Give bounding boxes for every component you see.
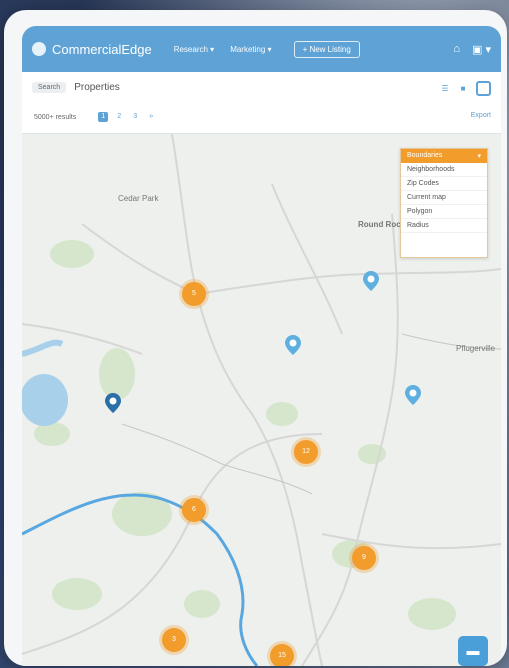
dropdown-header-label: Boundaries: [407, 152, 443, 159]
tablet-frame: CommercialEdge Research ▾ Marketing ▾ + …: [4, 10, 507, 666]
brand-name: CommercialEdge: [52, 41, 152, 57]
cluster-marker[interactable]: 15: [270, 644, 294, 666]
dropdown-item-zip-codes[interactable]: Zip Codes: [401, 177, 487, 191]
map-pin-icon[interactable]: [284, 334, 302, 356]
dropdown-header[interactable]: Boundaries ▾: [401, 149, 487, 163]
map-pin-icon[interactable]: [362, 270, 380, 292]
page-2[interactable]: 2: [114, 112, 124, 122]
results-bar: 5000+ results 1 2 3 »: [34, 112, 156, 122]
boundaries-dropdown: Boundaries ▾ Neighborhoods Zip Codes Cur…: [400, 148, 488, 258]
nav-marketing[interactable]: Marketing ▾: [230, 45, 271, 54]
panel-header: Search Properties: [32, 82, 120, 93]
cluster-marker[interactable]: 9: [352, 546, 376, 570]
results-count: 5000+ results: [34, 113, 77, 121]
map-label-round-rock: Round Rock: [358, 220, 406, 229]
search-chip[interactable]: Search: [32, 82, 67, 93]
cluster-marker[interactable]: 12: [294, 440, 318, 464]
app-screen: CommercialEdge Research ▾ Marketing ▾ + …: [22, 26, 501, 666]
grid-view-icon[interactable]: ■: [458, 84, 468, 94]
map-label-pflugerville: Pflugerville: [456, 344, 496, 353]
brand[interactable]: CommercialEdge: [32, 42, 152, 57]
search-panel: Search Properties ☰ ■ 5000+ results 1 2 …: [22, 72, 501, 134]
dropdown-item-polygon[interactable]: Polygon: [401, 205, 487, 219]
list-view-icon[interactable]: ☰: [440, 84, 450, 94]
cluster-marker[interactable]: 6: [182, 498, 206, 522]
dropdown-item-neighborhoods[interactable]: Neighborhoods: [401, 163, 487, 177]
user-menu-icon[interactable]: ▣ ▾: [472, 43, 491, 56]
cluster-marker[interactable]: 3: [162, 628, 186, 652]
panel-title: Properties: [74, 82, 120, 93]
map-pin-icon[interactable]: [404, 384, 422, 406]
export-link[interactable]: Export: [471, 112, 491, 119]
view-switcher: ☰ ■: [440, 81, 491, 96]
dropdown-item-radius[interactable]: Radius: [401, 219, 487, 233]
nav-research[interactable]: Research ▾: [174, 45, 214, 54]
logo-icon: [32, 42, 46, 56]
page-3[interactable]: 3: [130, 112, 140, 122]
map-view-icon[interactable]: [476, 81, 491, 96]
chat-button[interactable]: ▬: [458, 636, 488, 666]
map-pin-selected-icon[interactable]: [104, 392, 122, 414]
cluster-marker[interactable]: 5: [182, 282, 206, 306]
chat-icon: ▬: [466, 643, 480, 658]
new-listing-button[interactable]: + New Listing: [293, 40, 360, 58]
dropdown-item-current-map[interactable]: Current map: [401, 191, 487, 205]
nav-icons: ⌂ ▣ ▾: [453, 43, 491, 56]
top-nav: CommercialEdge Research ▾ Marketing ▾ + …: [22, 26, 501, 72]
page-next[interactable]: »: [146, 112, 156, 122]
chevron-down-icon: ▾: [477, 153, 481, 160]
map-label-cedar-park: Cedar Park: [118, 194, 159, 203]
page-1[interactable]: 1: [98, 112, 109, 122]
home-icon[interactable]: ⌂: [453, 43, 460, 56]
